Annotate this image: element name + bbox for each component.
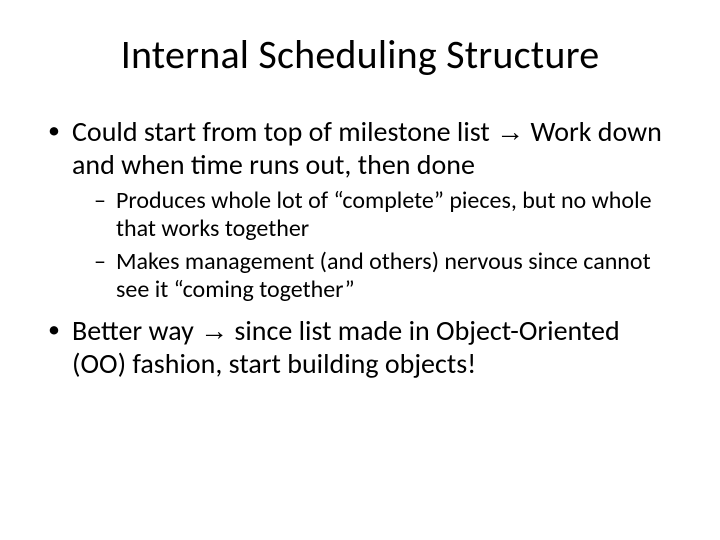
slide-title: Internal Scheduling Structure (40, 30, 680, 79)
bullet-item: Could start from top of milestone list →… (44, 115, 676, 304)
bullet-list-level2: Produces whole lot of “complete” pieces,… (92, 187, 676, 304)
bullet-item: Better way → since list made in Object-O… (44, 314, 676, 380)
bullet-text-pre: Better way (72, 313, 200, 348)
sub-bullet-item: Makes management (and others) nervous si… (92, 248, 676, 305)
slide: Internal Scheduling Structure Could star… (0, 0, 720, 540)
sub-bullet-item: Produces whole lot of “complete” pieces,… (92, 187, 676, 244)
bullet-text-pre: Could start from top of milestone list (72, 114, 496, 149)
arrow-icon: → (200, 315, 228, 346)
arrow-icon: → (496, 116, 524, 147)
bullet-list-level1: Could start from top of milestone list →… (44, 115, 676, 380)
